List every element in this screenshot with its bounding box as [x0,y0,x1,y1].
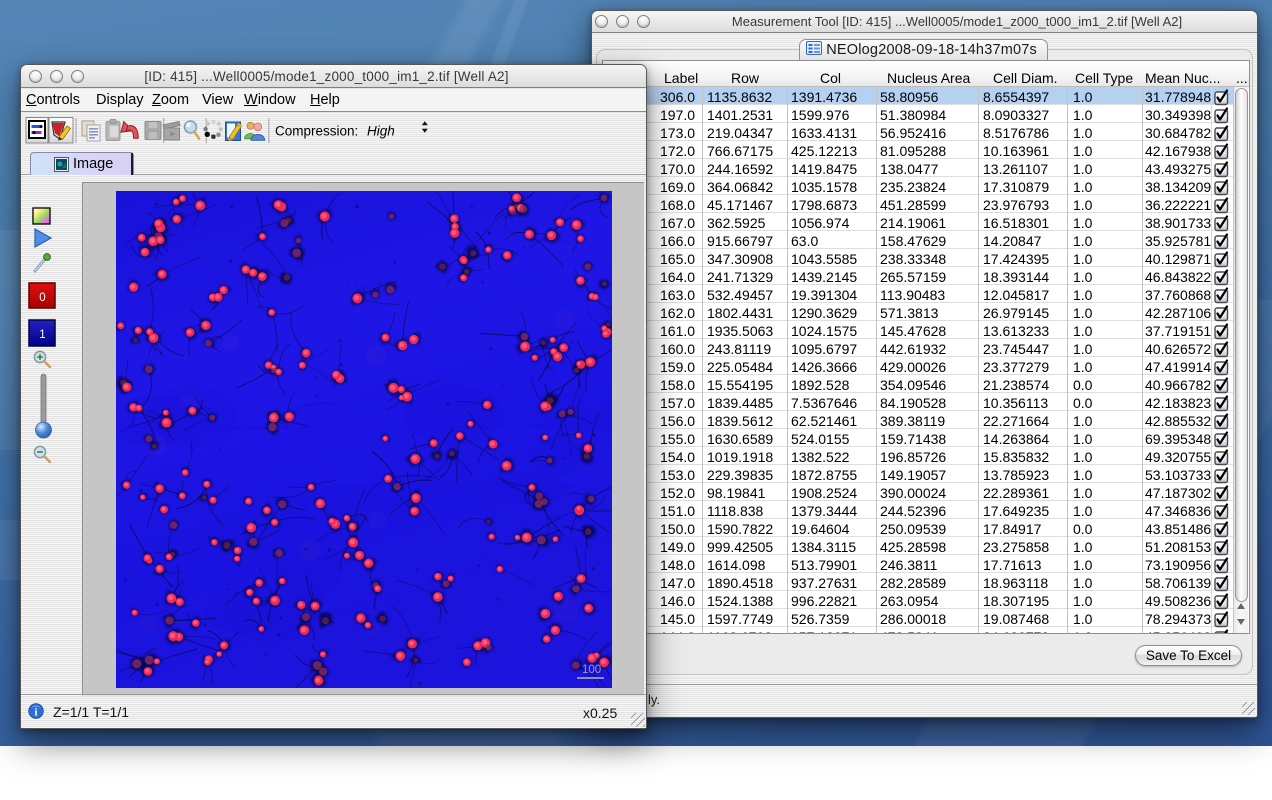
svg-text:1: 1 [39,329,45,341]
svg-text:0: 0 [39,292,45,304]
svg-text:High: High [367,124,395,139]
svg-text:Compression:: Compression: [275,124,358,139]
svg-text:100: 100 [582,664,601,676]
svg-text:i: i [34,706,37,718]
